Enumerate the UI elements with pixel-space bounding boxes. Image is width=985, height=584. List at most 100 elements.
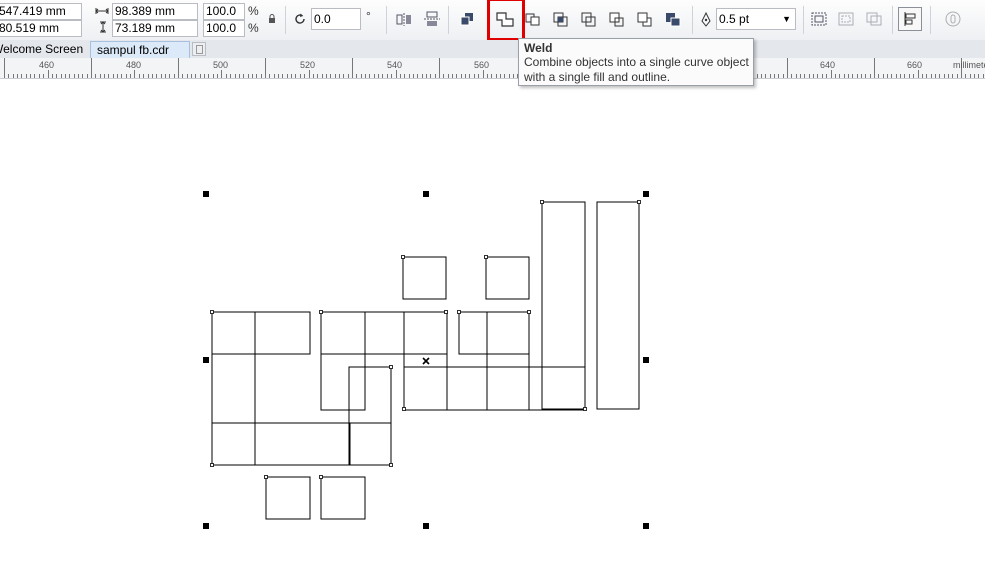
shape-rect[interactable] — [541, 201, 586, 410]
separator — [930, 6, 931, 34]
node-handle[interactable] — [457, 310, 461, 314]
lock-object-button[interactable] — [941, 7, 965, 31]
node-handle[interactable] — [389, 365, 393, 369]
tab-sampul-fb[interactable]: sampul fb.cdr — [90, 41, 190, 58]
width-icon — [95, 5, 109, 19]
node-handle[interactable] — [401, 255, 405, 259]
node-handle[interactable] — [210, 463, 214, 467]
node-handle[interactable] — [444, 310, 448, 314]
shape-rect[interactable] — [403, 366, 586, 411]
node-handle[interactable] — [527, 310, 531, 314]
height-field[interactable]: 73.189 mm — [112, 20, 198, 37]
tooltip-title: Weld — [524, 41, 553, 55]
degree-label: ° — [366, 9, 371, 23]
x-position-field[interactable]: 547.419 mm — [0, 3, 82, 20]
node-handle[interactable] — [210, 310, 214, 314]
node-handle[interactable] — [264, 475, 268, 479]
shape-rect[interactable] — [320, 476, 366, 520]
ruler-label: 660 — [907, 60, 923, 70]
ruler-label: 520 — [300, 60, 316, 70]
chevron-down-icon: ▼ — [782, 14, 791, 24]
node-handle[interactable] — [402, 407, 406, 411]
mirror-horizontal-button[interactable] — [392, 7, 416, 31]
selection-handle-right[interactable] — [643, 357, 649, 363]
shape-rect[interactable] — [320, 311, 366, 411]
shape-rect[interactable] — [348, 366, 392, 466]
shape-rect[interactable] — [211, 311, 256, 355]
selection-handle-bottom-left[interactable] — [203, 523, 209, 529]
selection-handle-left[interactable] — [203, 357, 209, 363]
canvas-drawing — [203, 191, 649, 529]
ruler-label: 460 — [39, 60, 55, 70]
shape-rect[interactable] — [211, 422, 392, 466]
node-handle[interactable] — [540, 200, 544, 204]
ruler-label: 540 — [387, 60, 403, 70]
intersect-button[interactable] — [549, 7, 573, 31]
front-minus-back-button[interactable] — [605, 7, 629, 31]
page-icon — [196, 45, 203, 54]
ruler-label: 500 — [213, 60, 229, 70]
rotation-field[interactable]: 0.0 — [311, 8, 361, 30]
percent-label-x: % — [248, 4, 259, 18]
node-handle[interactable] — [319, 310, 323, 314]
create-boundary-button[interactable] — [661, 7, 685, 31]
drawing-canvas[interactable] — [0, 79, 985, 584]
scale-y-field[interactable]: 100.0 — [203, 20, 245, 37]
node-handle[interactable] — [484, 255, 488, 259]
new-tab-button[interactable] — [192, 42, 206, 56]
outline-pen-icon — [700, 11, 712, 31]
shape-rect[interactable] — [485, 256, 530, 300]
separator — [803, 6, 804, 34]
shape-rect[interactable] — [320, 311, 448, 355]
outline-width-dropdown[interactable]: 0.5 pt ▼ — [716, 8, 796, 30]
separator — [892, 6, 893, 34]
separator — [285, 6, 286, 34]
weld-tooltip: Weld Combine objects into a single curve… — [518, 38, 754, 86]
node-handle[interactable] — [319, 475, 323, 479]
node-handle[interactable] — [583, 407, 587, 411]
height-icon — [98, 21, 108, 36]
shape-rect[interactable] — [211, 311, 256, 466]
shape-rect[interactable] — [486, 311, 530, 411]
outline-width-value: 0.5 pt — [719, 12, 750, 26]
width-field[interactable]: 98.389 mm — [112, 3, 198, 20]
simplify-button[interactable] — [577, 7, 601, 31]
ruler-label: 560 — [474, 60, 490, 70]
shape-rect[interactable] — [458, 311, 530, 355]
tooltip-description: Combine objects into a single curve obje… — [524, 55, 749, 84]
lock-icon[interactable] — [268, 13, 276, 27]
ruler-unit-label: millimeters — [953, 60, 985, 70]
ruler-label: 480 — [126, 60, 142, 70]
group-button[interactable] — [807, 7, 831, 31]
selection-handle-bottom-right[interactable] — [643, 523, 649, 529]
node-handle[interactable] — [637, 200, 641, 204]
separator — [448, 6, 449, 34]
selection-handle-top[interactable] — [423, 191, 429, 197]
ungroup-button[interactable] — [834, 7, 858, 31]
rotate-icon — [293, 12, 307, 29]
separator — [692, 6, 693, 34]
selection-handle-bottom[interactable] — [423, 523, 429, 529]
tab-welcome-screen[interactable]: Welcome Screen — [0, 41, 90, 58]
weld-highlight-box — [487, 0, 525, 41]
ungroup-all-button[interactable] — [862, 7, 886, 31]
mirror-vertical-button[interactable] — [420, 7, 444, 31]
align-distribute-button[interactable] — [898, 7, 922, 31]
shape-rect[interactable] — [254, 311, 311, 355]
shape-rect[interactable] — [265, 476, 311, 520]
separator — [386, 6, 387, 34]
horizontal-ruler: 460 480 500 520 540 560 640 660 millimet… — [0, 58, 985, 79]
y-position-field[interactable]: 80.519 mm — [0, 20, 82, 37]
selection-handle-top-left[interactable] — [203, 191, 209, 197]
shape-rect[interactable] — [402, 256, 447, 300]
rotation-center-marker[interactable] — [422, 357, 430, 365]
back-minus-front-button[interactable] — [633, 7, 657, 31]
shape-rect[interactable] — [254, 422, 351, 466]
combine-button[interactable] — [455, 7, 479, 31]
ruler-label: 640 — [820, 60, 836, 70]
scale-x-field[interactable]: 100.0 — [203, 3, 245, 20]
percent-label-y: % — [248, 21, 259, 35]
node-handle[interactable] — [389, 463, 393, 467]
selection-handle-top-right[interactable] — [643, 191, 649, 197]
shape-rect[interactable] — [596, 201, 640, 410]
